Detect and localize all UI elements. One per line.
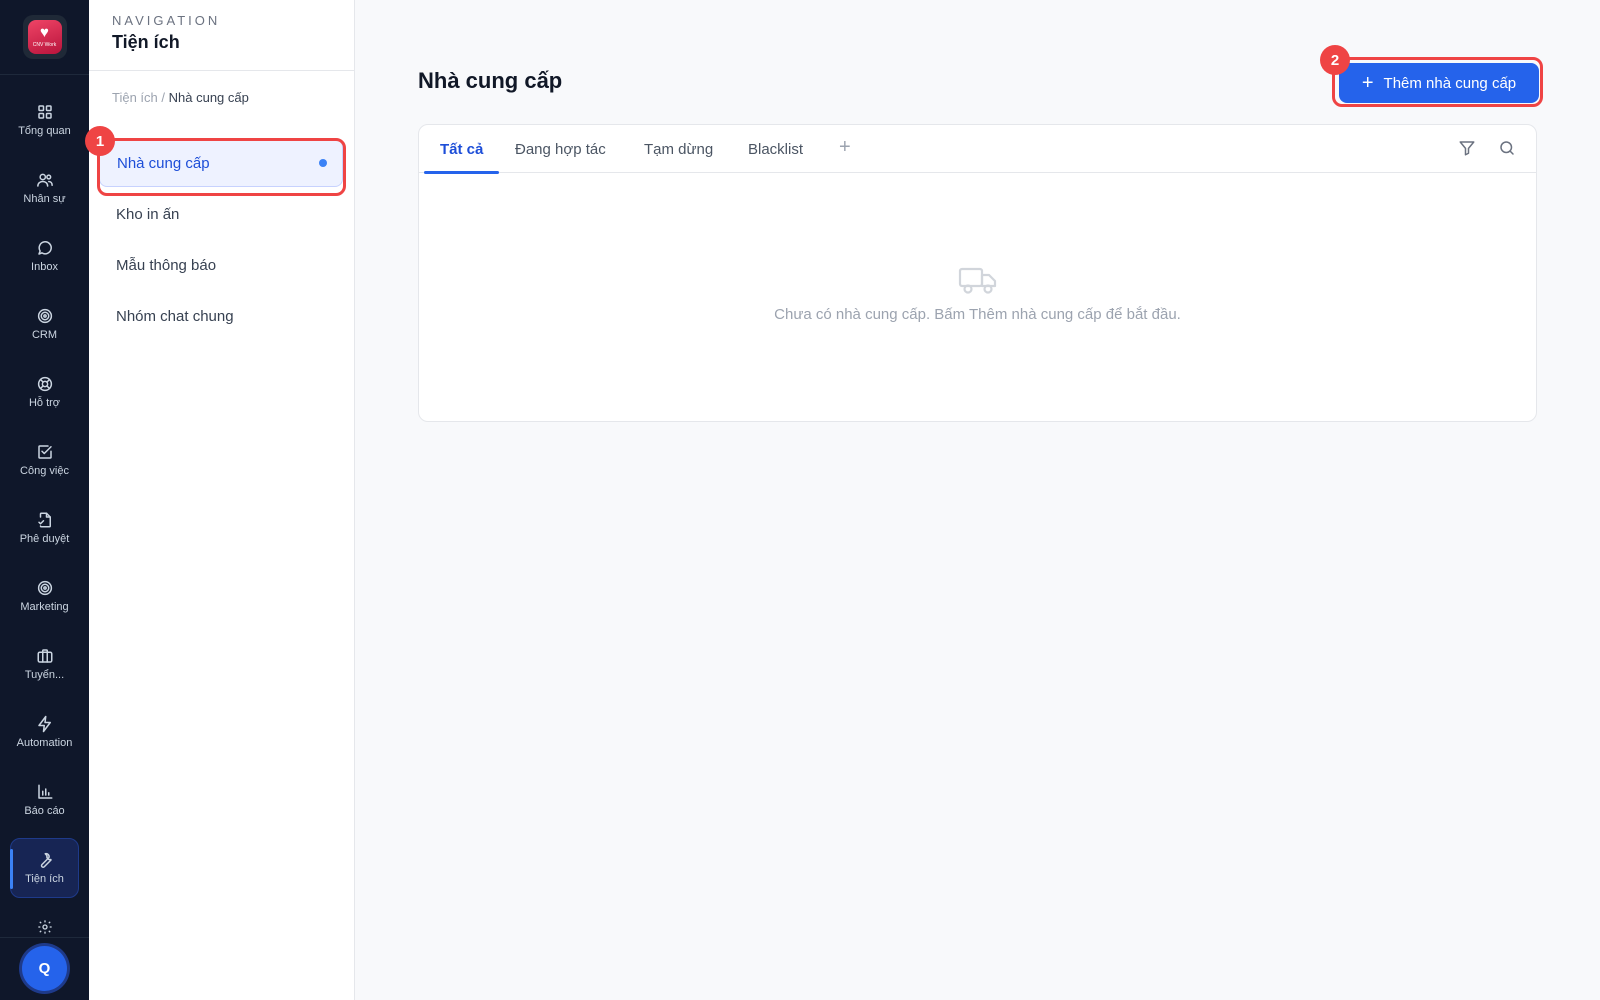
subnav-item-label: Nhóm chat chung [116,307,234,325]
rail-item-bao-cao[interactable]: Báo cáo [10,766,79,834]
rail-nav: Tổng quan Nhân sự Inbox CRM Hỗ trợ Công … [0,86,89,902]
users-icon [36,173,53,187]
grid-icon [37,105,52,119]
rail-item-label: Inbox [31,261,58,273]
add-tab-icon[interactable]: + [839,136,851,159]
subnav-list: Nhà cung cấp Kho in ấn Mẫu thông báo Nhó… [99,139,343,343]
subnav-item-label: Nhà cung cấp [117,154,210,172]
avatar[interactable]: Q [22,946,67,991]
annotation-badge-2: 2 [1320,45,1350,75]
rail-item-cong-viec[interactable]: Công việc [10,426,79,494]
heart-logo-icon: ♥ CNV Work [27,20,62,54]
plus-icon: + [1361,72,1374,94]
subnav-item-label: Kho in ấn [116,205,180,223]
rail-item-marketing[interactable]: Marketing [10,562,79,630]
rail-item-label: Phê duyệt [19,533,70,545]
gear-icon [37,920,52,934]
empty-state-text: Chưa có nhà cung cấp. Bấm Thêm nhà cung … [774,306,1181,323]
tab-active-partners[interactable]: Đang hợp tác [515,125,606,173]
rail-item-tien-ich[interactable]: Tiện ích [10,838,79,898]
subnav-item-label: Mẫu thông báo [116,256,217,274]
search-button[interactable] [1498,139,1516,162]
filter-button[interactable] [1458,139,1476,162]
search-icon [1500,141,1514,155]
app-rail: ♥ CNV Work Tổng quan Nhân sự Inbox CRM H… [0,0,89,1000]
rail-item-tong-quan[interactable]: Tổng quan [10,86,79,154]
truck-icon [958,267,996,294]
settings-button[interactable] [0,919,89,935]
rail-item-label: Tổng quan [18,125,71,137]
rail-item-label: Hỗ trợ [28,397,61,409]
chat-bubble-icon [37,241,52,255]
page-title: Nhà cung cấp [418,68,563,93]
logo-area: ♥ CNV Work [0,0,89,75]
rail-item-label: Công việc [20,465,69,477]
rail-item-label: Báo cáo [24,805,65,817]
secondary-nav: NAVIGATION Tiện ích Tiện ích / Nhà cung … [89,0,355,1000]
rail-item-automation[interactable]: Automation [10,698,79,766]
subnav-header: NAVIGATION Tiện ích [89,0,354,71]
rail-item-nhan-su[interactable]: Nhân sự [10,154,79,222]
rail-item-label: Tiện ích [25,873,64,885]
lifebuoy-icon [37,376,52,392]
subnav-kicker: NAVIGATION [112,13,221,28]
breadcrumb-current: Nhà cung cấp [168,90,249,105]
logo-brand-text: CNV Work [32,42,57,48]
tab-blacklist[interactable]: Blacklist [748,125,803,173]
filter-icon [1459,141,1475,156]
rail-item-tuyen-dung[interactable]: Tuyển... [10,630,79,698]
add-supplier-label: Thêm nhà cung cấp [1383,74,1517,92]
tab-paused[interactable]: Tạm dừng [644,125,713,173]
subnav-title: Tiện ích [112,32,180,52]
target-icon [37,308,52,324]
checkbox-icon [37,445,52,459]
target-icon [37,580,52,596]
bar-chart-icon [37,784,52,799]
rail-item-inbox[interactable]: Inbox [10,222,79,290]
active-dot-icon [319,159,327,167]
briefcase-icon [37,649,52,663]
rail-item-label: Nhân sự [23,193,66,205]
supplier-card: Tất cả Đang hợp tác Tạm dừng Blacklist +… [418,124,1537,422]
breadcrumb-parent[interactable]: Tiện ích [112,90,158,105]
rail-item-label: CRM [31,329,58,341]
subnav-item-nha-cung-cap[interactable]: Nhà cung cấp [99,139,343,187]
rail-divider [0,937,89,938]
empty-state: Chưa có nhà cung cấp. Bấm Thêm nhà cung … [419,265,1536,323]
breadcrumb-separator: / [161,90,166,105]
rail-item-crm[interactable]: CRM [10,290,79,358]
document-sign-icon [37,512,51,528]
lightning-icon [37,715,51,733]
tab-all[interactable]: Tất cả [423,125,500,174]
add-supplier-button[interactable]: + Thêm nhà cung cấp [1339,63,1539,103]
wrench-icon [40,852,52,868]
subnav-item-kho-in-an[interactable]: Kho in ấn [99,190,343,238]
rail-item-phe-duyet[interactable]: Phê duyệt [10,494,79,562]
breadcrumb: Tiện ích / Nhà cung cấp [112,90,249,105]
tab-bar: Tất cả Đang hợp tác Tạm dừng Blacklist + [419,125,1536,174]
rail-item-label: Tuyển... [24,669,65,681]
rail-item-ho-tro[interactable]: Hỗ trợ [10,358,79,426]
rail-item-label: Automation [16,737,73,749]
subnav-item-mau-thong-bao[interactable]: Mẫu thông báo [99,241,343,289]
rail-item-label: Marketing [20,601,69,613]
app-logo[interactable]: ♥ CNV Work [22,15,67,59]
subnav-item-nhom-chat-chung[interactable]: Nhóm chat chung [99,292,343,340]
annotation-badge-1: 1 [85,126,115,156]
